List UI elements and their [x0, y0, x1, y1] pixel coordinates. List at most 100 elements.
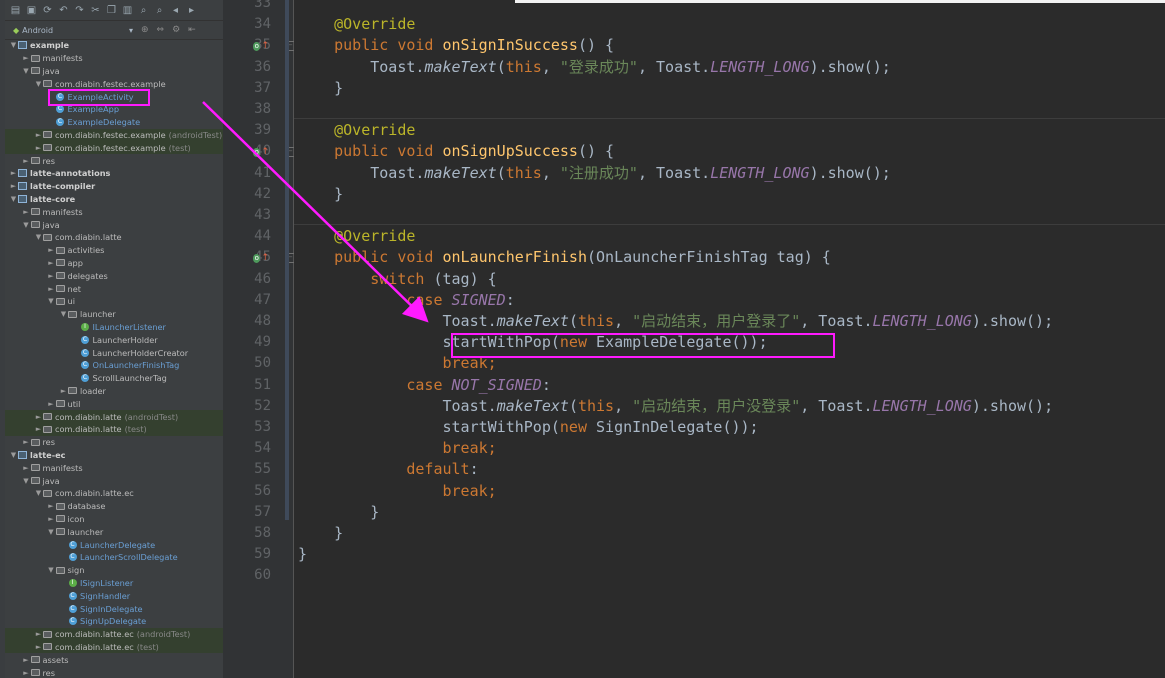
tree-item[interactable]: ► res: [5, 436, 223, 449]
tree-item[interactable]: ▼ java: [5, 218, 223, 231]
code-line[interactable]: }: [298, 544, 307, 565]
tree-item[interactable]: I ILauncherListener: [5, 321, 223, 334]
copy-icon[interactable]: ❐: [105, 4, 118, 17]
tree-item[interactable]: ► manifests: [5, 205, 223, 218]
expanded-arrow-icon[interactable]: ▼: [34, 489, 43, 497]
forward-nav-icon[interactable]: ▸: [185, 4, 198, 17]
collapsed-arrow-icon[interactable]: ►: [47, 515, 56, 523]
code-line[interactable]: Toast.makeText(this, "登录成功", Toast.LENGT…: [298, 57, 891, 78]
tree-item[interactable]: C OnLauncherFinishTag: [5, 359, 223, 372]
code-line[interactable]: @Override: [298, 120, 415, 141]
scroll-from-source-icon[interactable]: ⊕: [141, 25, 149, 35]
tree-item[interactable]: C LauncherDelegate: [5, 538, 223, 551]
collapsed-arrow-icon[interactable]: ►: [59, 387, 68, 395]
back-icon[interactable]: ↶: [57, 4, 70, 17]
collapsed-arrow-icon[interactable]: ►: [47, 400, 56, 408]
tree-item[interactable]: ► manifests: [5, 461, 223, 474]
tree-item[interactable]: ► res: [5, 154, 223, 167]
tree-item[interactable]: ▼ com.diabin.latte.ec: [5, 487, 223, 500]
collapsed-arrow-icon[interactable]: ►: [9, 169, 18, 177]
tree-item[interactable]: ► assets: [5, 653, 223, 666]
collapsed-arrow-icon[interactable]: ►: [34, 425, 43, 433]
override-marker-icon[interactable]: o ↑: [253, 40, 269, 52]
hide-panel-icon[interactable]: ⇤: [188, 25, 196, 35]
tree-item[interactable]: C LauncherScrollDelegate: [5, 551, 223, 564]
collapsed-arrow-icon[interactable]: ►: [22, 208, 31, 216]
tree-item[interactable]: ► activities: [5, 244, 223, 257]
override-marker-icon[interactable]: o ↑: [253, 146, 269, 158]
collapsed-arrow-icon[interactable]: ►: [22, 464, 31, 472]
save-icon[interactable]: ▣: [25, 4, 38, 17]
collapsed-arrow-icon[interactable]: ►: [34, 131, 43, 139]
tree-item[interactable]: C ScrollLauncherTag: [5, 372, 223, 385]
sync-icon[interactable]: ⟳: [41, 4, 54, 17]
tree-item[interactable]: ► app: [5, 257, 223, 270]
code-line[interactable]: break;: [298, 438, 496, 459]
tree-item[interactable]: ▼ sign: [5, 564, 223, 577]
collapsed-arrow-icon[interactable]: ►: [47, 246, 56, 254]
tree-item[interactable]: C SignInDelegate: [5, 602, 223, 615]
collapsed-arrow-icon[interactable]: ►: [34, 413, 43, 421]
folder-open-icon[interactable]: ▤: [9, 4, 22, 17]
code-line[interactable]: public void onLauncherFinish(OnLauncherF…: [298, 247, 831, 268]
collapsed-arrow-icon[interactable]: ►: [22, 157, 31, 165]
tree-item[interactable]: ► delegates: [5, 269, 223, 282]
tree-item[interactable]: ► loader: [5, 385, 223, 398]
code-line[interactable]: switch (tag) {: [298, 269, 496, 290]
tree-item[interactable]: ▼ java: [5, 65, 223, 78]
code-line[interactable]: @Override: [298, 226, 415, 247]
paste-icon[interactable]: ▥: [121, 4, 134, 17]
expanded-arrow-icon[interactable]: ▼: [34, 80, 43, 88]
collapsed-arrow-icon[interactable]: ►: [34, 630, 43, 638]
code-line[interactable]: public void onSignInSuccess() {: [298, 35, 614, 56]
back-nav-icon[interactable]: ◂: [169, 4, 182, 17]
tree-item[interactable]: ► com.diabin.latte.ec (test): [5, 640, 223, 654]
expanded-arrow-icon[interactable]: ▼: [9, 195, 18, 203]
project-view-selector[interactable]: ◆ Android ▾: [13, 26, 141, 35]
expanded-arrow-icon[interactable]: ▼: [9, 41, 18, 49]
override-marker-icon[interactable]: o ↑: [253, 252, 269, 264]
code-line[interactable]: }: [298, 502, 379, 523]
tree-item[interactable]: ► net: [5, 282, 223, 295]
expanded-arrow-icon[interactable]: ▼: [47, 528, 56, 536]
tree-item[interactable]: ▼ ui: [5, 295, 223, 308]
tree-item[interactable]: ► util: [5, 397, 223, 410]
tree-item[interactable]: ► manifests: [5, 52, 223, 65]
tree-item[interactable]: C SignHandler: [5, 589, 223, 602]
tree-item[interactable]: ► database: [5, 500, 223, 513]
collapsed-arrow-icon[interactable]: ►: [47, 285, 56, 293]
tree-item[interactable]: C SignUpDelegate: [5, 615, 223, 628]
collapsed-arrow-icon[interactable]: ►: [9, 182, 18, 190]
code-line[interactable]: startWithPop(new SignInDelegate());: [298, 417, 758, 438]
cut-icon[interactable]: ✂: [89, 4, 102, 17]
collapsed-arrow-icon[interactable]: ►: [22, 669, 31, 677]
code-line[interactable]: }: [298, 523, 343, 544]
collapsed-arrow-icon[interactable]: ►: [47, 272, 56, 280]
code-line[interactable]: default:: [298, 459, 478, 480]
expanded-arrow-icon[interactable]: ▼: [9, 451, 18, 459]
tree-item[interactable]: ► com.diabin.festec.example (androidTest): [5, 128, 223, 142]
code-line[interactable]: }: [298, 184, 343, 205]
collapse-all-icon[interactable]: ⇔: [157, 25, 165, 35]
tree-item[interactable]: ► latte-annotations: [5, 167, 223, 180]
tree-item[interactable]: ► res: [5, 666, 223, 678]
expanded-arrow-icon[interactable]: ▼: [22, 67, 31, 75]
tree-item[interactable]: C LauncherHolder: [5, 333, 223, 346]
tree-item[interactable]: C ExampleDelegate: [5, 116, 223, 129]
forward-icon[interactable]: ↷: [73, 4, 86, 17]
find-icon[interactable]: ⌕: [137, 4, 150, 17]
tree-item[interactable]: C LauncherHolderCreator: [5, 346, 223, 359]
code-line[interactable]: case SIGNED:: [298, 290, 514, 311]
tree-item[interactable]: ► com.diabin.latte.ec (androidTest): [5, 627, 223, 641]
collapsed-arrow-icon[interactable]: ►: [47, 259, 56, 267]
code-line[interactable]: Toast.makeText(this, "启动结束，用户登录了", Toast…: [298, 311, 1053, 332]
expanded-arrow-icon[interactable]: ▼: [59, 310, 68, 318]
collapsed-arrow-icon[interactable]: ►: [34, 144, 43, 152]
tree-item[interactable]: ► icon: [5, 513, 223, 526]
code-line[interactable]: case NOT_SIGNED:: [298, 375, 551, 396]
tree-item[interactable]: ▼ latte-core: [5, 193, 223, 206]
tree-item[interactable]: ▼ launcher: [5, 525, 223, 538]
tree-item[interactable]: ► com.diabin.latte (test): [5, 423, 223, 436]
tree-item[interactable]: ► latte-compiler: [5, 180, 223, 193]
expanded-arrow-icon[interactable]: ▼: [47, 566, 56, 574]
